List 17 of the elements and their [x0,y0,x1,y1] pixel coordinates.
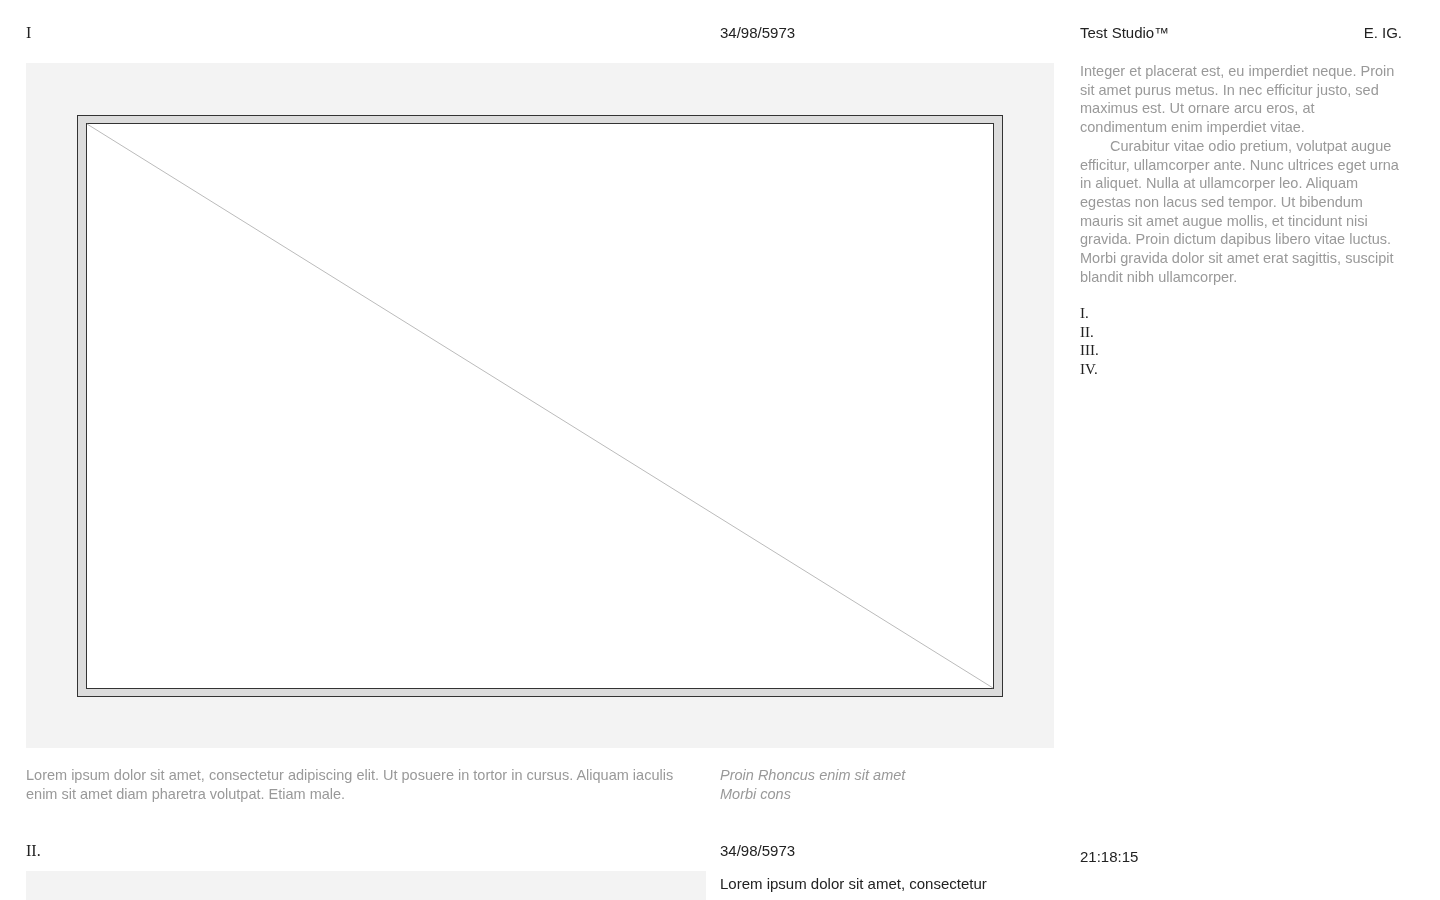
body-paragraph: Curabitur vitae odio pretium, volutpat augue efficitur, ullamcorper ante. Nunc ultrices eget urna in aliquet. Nulla at ullamcorper leo. Aliquam egestas non lacus sed tempor. Ut bibendum mauris sit amet augue mollis, et tincidunt nisi gravida. Proin dictum dapibus libero vitae luctus. Morbi gravida dolor sit amet erat sagittis, suscipit blandit nibh ullamcorper. [1080,136,1400,287]
body-text: Lorem ipsum dolor sit amet, consectetur [720,875,988,894]
time-label: 21:18:15 [1080,848,1140,867]
section-number: II. [26,842,42,861]
studio-title: Test Studio™ [1080,24,1170,42]
date-label: 34/98/5973 [720,24,797,43]
section-number: I [26,24,33,43]
index-link[interactable]: III. [1080,341,1099,360]
image-caption: Lorem ipsum dolor sit amet, consectetur adipiscing elit. Ut posuere in tortor in cursus. Aliquam iaculis enim sit amet diam pharetra volutpat. Etiam male. [26,766,675,804]
index-link[interactable]: IV. [1080,359,1098,379]
caption-note: Proin Rhoncus enim sit amet [720,766,906,785]
index-link[interactable]: I. [1080,304,1089,323]
index-link[interactable]: II. [1080,322,1094,342]
caption-note: Morbi cons [720,785,791,804]
date-label: 34/98/5973 [720,842,797,861]
social-link[interactable]: E. IG. [1363,24,1402,42]
body-paragraph: Integer et placerat est, eu imperdiet neque. Proin sit amet purus metus. In nec efficitur justo, sed maximus est. Ut ornare arcu eros, at condimentum enim imperdiet vitae. [1080,62,1396,137]
